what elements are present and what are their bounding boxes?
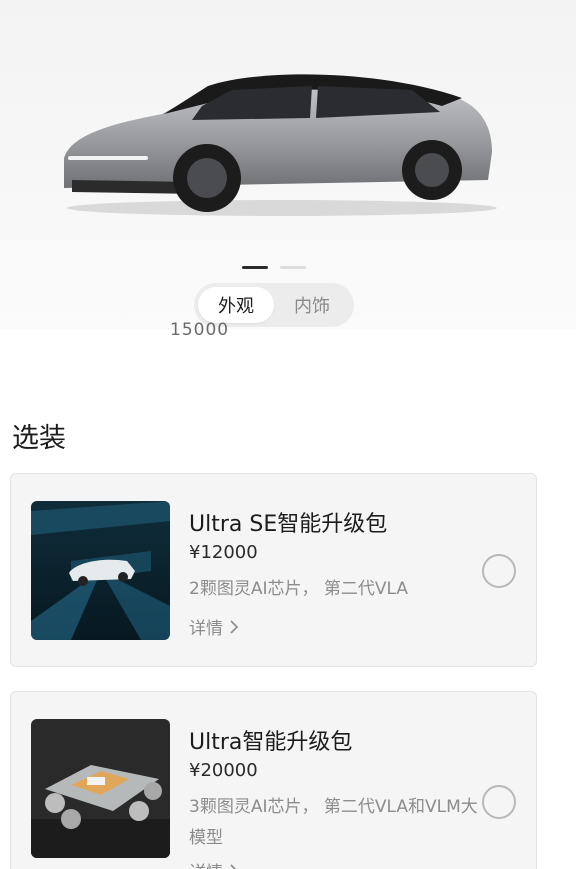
chevron-right-icon [230,619,239,634]
option-price: ¥20000 [189,760,258,781]
partial-price-text: 15000 [170,322,230,336]
carousel-dot-2[interactable] [280,266,306,269]
details-label: 详情 [189,619,223,639]
carousel-indicator [242,266,306,269]
details-label: 详情 [189,858,223,869]
option-title: Ultra智能升级包 [189,730,353,755]
ultra-thumbnail [31,719,170,858]
option-details-link[interactable]: 详情 [189,614,239,639]
option-title: Ultra SE智能升级包 [189,512,388,537]
option-card-ultra-se[interactable]: Ultra SE智能升级包 ¥12000 2颗图灵AI芯片， 第二代VLA 详情 [10,473,537,667]
option-select-radio[interactable] [482,554,516,588]
car-gallery[interactable]: 外观 内饰 [0,0,576,330]
option-details-link[interactable]: 详情 [189,858,239,869]
options-section-title: 选装 [12,423,66,454]
car-image [64,74,497,216]
option-price: ¥12000 [189,542,258,563]
view-switcher: 外观 内饰 [194,283,354,327]
chevron-right-icon [230,863,237,869]
tab-exterior[interactable]: 外观 [198,287,274,323]
carousel-dot-1[interactable] [242,266,268,269]
option-description: 2颗图灵AI芯片， 第二代VLA [189,579,408,599]
option-description: 3颗图灵AI芯片， 第二代VLA和VLM大模型 [189,797,478,848]
tab-interior[interactable]: 内饰 [274,287,350,323]
option-select-radio[interactable] [482,785,516,819]
option-card-ultra[interactable]: Ultra智能升级包 ¥20000 3颗图灵AI芯片， 第二代VLA和VLM大模… [10,691,537,869]
ultra-se-thumbnail [31,501,170,640]
